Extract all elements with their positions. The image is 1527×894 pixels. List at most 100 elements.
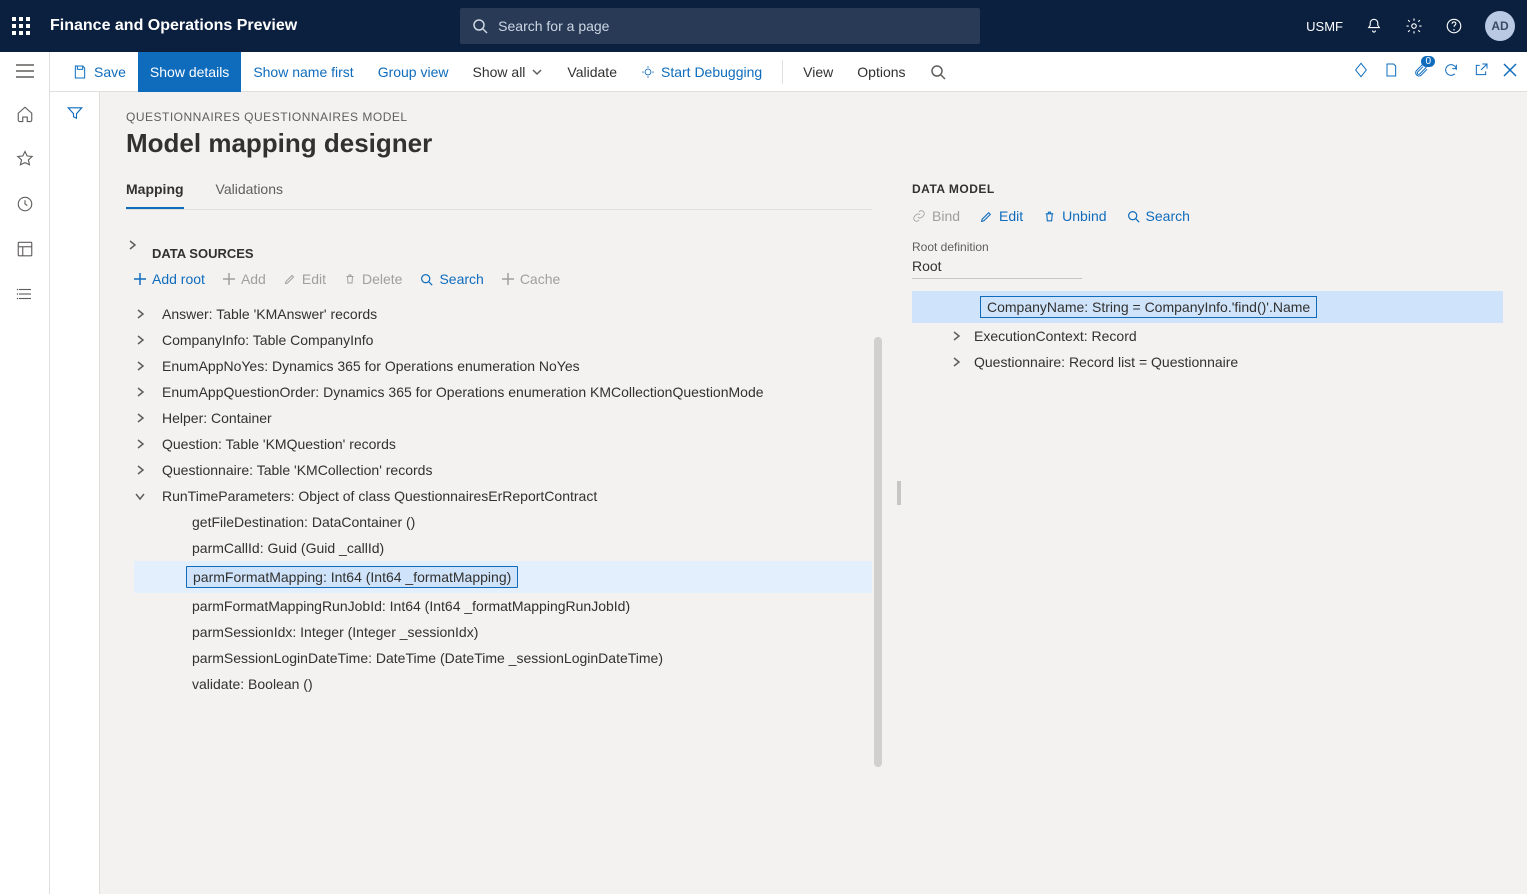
options-menu[interactable]: Options (845, 52, 917, 92)
expand-icon[interactable] (134, 439, 146, 449)
expand-icon[interactable] (134, 335, 146, 345)
show-name-first-label: Show name first (253, 64, 353, 80)
help-icon[interactable] (1445, 17, 1463, 35)
tree-node[interactable]: EnumAppNoYes: Dynamics 365 for Operation… (134, 353, 872, 379)
tree-node-label: Question: Table 'KMQuestion' records (162, 436, 396, 452)
expand-icon[interactable] (134, 309, 146, 319)
attachments-count: 0 (1421, 56, 1435, 67)
workspaces-icon[interactable] (16, 240, 34, 261)
panel-splitter[interactable] (890, 92, 908, 894)
start-debugging-button[interactable]: Start Debugging (629, 52, 774, 92)
tree-child-node[interactable]: parmFormatMapping: Int64 (Int64 _formatM… (134, 561, 872, 593)
unbind-button[interactable]: Unbind (1043, 208, 1106, 224)
save-label: Save (94, 64, 126, 80)
data-model-node[interactable]: Questionnaire: Record list = Questionnai… (912, 349, 1503, 375)
tree-child-node[interactable]: parmSessionIdx: Integer (Integer _sessio… (134, 619, 872, 645)
home-icon[interactable] (16, 105, 34, 126)
toolbar-search-button[interactable] (918, 52, 958, 92)
tree-node-label: validate: Boolean () (192, 676, 313, 692)
show-details-label: Show details (150, 64, 229, 80)
add-root-label: Add root (152, 271, 205, 287)
app-launcher-icon[interactable] (12, 17, 30, 35)
data-sources-tree: Answer: Table 'KMAnswer' recordsCompanyI… (126, 301, 872, 697)
office-icon[interactable] (1383, 61, 1399, 82)
expand-icon[interactable] (134, 465, 146, 475)
search-icon (420, 273, 433, 286)
view-menu[interactable]: View (791, 52, 845, 92)
tree-child-node[interactable]: getFileDestination: DataContainer () (134, 509, 872, 535)
tree-node[interactable]: EnumAppQuestionOrder: Dynamics 365 for O… (134, 379, 872, 405)
pencil-icon (284, 273, 296, 285)
data-model-toolbar: Bind Edit Unbind Search (912, 208, 1503, 224)
hamburger-icon[interactable] (16, 64, 34, 81)
attachments-button[interactable]: 0 (1413, 62, 1429, 81)
popout-icon[interactable] (1473, 62, 1489, 81)
filter-icon[interactable] (66, 104, 84, 894)
settings-icon[interactable] (1405, 17, 1423, 35)
tree-node-label: getFileDestination: DataContainer () (192, 514, 415, 530)
search-icon (930, 64, 946, 80)
dm-search-button[interactable]: Search (1127, 208, 1190, 224)
group-view-button[interactable]: Group view (366, 52, 461, 92)
expand-icon[interactable] (134, 361, 146, 371)
notifications-icon[interactable] (1365, 17, 1383, 35)
add-button: Add (223, 271, 266, 287)
save-button[interactable]: Save (60, 52, 138, 92)
debug-icon (641, 65, 655, 79)
add-root-button[interactable]: Add root (134, 271, 205, 287)
tree-node[interactable]: Question: Table 'KMQuestion' records (134, 431, 872, 457)
company-badge[interactable]: USMF (1306, 19, 1343, 34)
app-title: Finance and Operations Preview (50, 17, 297, 35)
close-icon[interactable] (1503, 63, 1517, 80)
favorites-icon[interactable] (16, 150, 34, 171)
user-avatar[interactable]: AD (1485, 11, 1515, 41)
expand-icon[interactable] (134, 413, 146, 423)
tree-node[interactable]: Questionnaire: Table 'KMCollection' reco… (134, 457, 872, 483)
tree-child-node[interactable]: parmCallId: Guid (Guid _callId) (134, 535, 872, 561)
data-model-node[interactable]: ExecutionContext: Record (912, 323, 1503, 349)
root-definition-label: Root definition (912, 240, 1503, 254)
modules-icon[interactable] (16, 285, 34, 306)
tree-child-node[interactable]: validate: Boolean () (134, 671, 872, 697)
tree-child-node[interactable]: parmFormatMappingRunJobId: Int64 (Int64 … (134, 593, 872, 619)
dm-edit-button[interactable]: Edit (980, 208, 1023, 224)
unbind-label: Unbind (1062, 208, 1106, 224)
data-model-node-label: CompanyName: String = CompanyInfo.'find(… (980, 296, 1317, 318)
cache-label: Cache (520, 271, 560, 287)
root-definition-value[interactable]: Root (912, 254, 1082, 279)
filter-column (50, 92, 100, 894)
recent-icon[interactable] (16, 195, 34, 216)
show-all-dropdown[interactable]: Show all (461, 52, 556, 92)
validate-button[interactable]: Validate (555, 52, 629, 92)
tab-mapping[interactable]: Mapping (126, 181, 184, 209)
expand-icon[interactable] (134, 387, 146, 397)
tree-node-expanded[interactable]: RunTimeParameters: Object of class Quest… (134, 483, 872, 509)
expand-icon[interactable] (950, 331, 962, 341)
power-apps-icon[interactable] (1353, 62, 1369, 81)
expand-icon[interactable] (950, 357, 962, 367)
global-search-input[interactable]: Search for a page (460, 8, 980, 44)
tree-node[interactable]: Answer: Table 'KMAnswer' records (134, 301, 872, 327)
tree-scrollbar[interactable] (874, 337, 882, 767)
refresh-icon[interactable] (1443, 62, 1459, 81)
show-details-button[interactable]: Show details (138, 52, 241, 92)
search-button[interactable]: Search (420, 271, 483, 287)
collapse-types-icon[interactable] (126, 240, 138, 250)
edit-label: Edit (302, 271, 326, 287)
link-icon (912, 209, 926, 223)
tree-child-node[interactable]: parmSessionLoginDateTime: DateTime (Date… (134, 645, 872, 671)
collapse-icon[interactable] (134, 491, 146, 501)
save-icon (72, 64, 88, 80)
view-label: View (803, 64, 833, 80)
tree-node[interactable]: Helper: Container (134, 405, 872, 431)
tab-validations[interactable]: Validations (216, 181, 283, 209)
plus-icon (223, 273, 235, 285)
bind-button: Bind (912, 208, 960, 224)
dm-search-label: Search (1146, 208, 1190, 224)
tree-node[interactable]: CompanyInfo: Table CompanyInfo (134, 327, 872, 353)
tree-node-label: Helper: Container (162, 410, 272, 426)
trash-icon (1043, 210, 1056, 223)
data-sources-panel: QUESTIONNAIRES QUESTIONNAIRES MODEL Mode… (100, 92, 890, 894)
data-model-node[interactable]: CompanyName: String = CompanyInfo.'find(… (912, 291, 1503, 323)
show-name-first-button[interactable]: Show name first (241, 52, 365, 92)
